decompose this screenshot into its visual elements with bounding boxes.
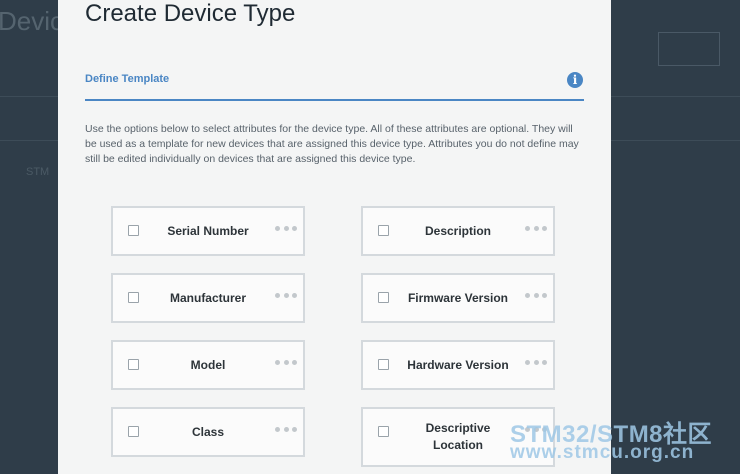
attribute-label: Manufacturer <box>169 290 246 305</box>
attribute-label: Hardware Version <box>407 357 509 372</box>
attribute-checkbox[interactable] <box>378 292 389 303</box>
background-row-label: STM <box>26 166 50 178</box>
more-options-icon[interactable] <box>275 223 297 233</box>
attribute-label: Firmware Version <box>407 290 509 305</box>
create-device-type-modal: Create Device Type Define Template i Use… <box>58 0 611 474</box>
intro-text: Use the options below to select attribut… <box>85 123 579 165</box>
attribute-checkbox[interactable] <box>128 359 139 370</box>
attribute-card-manufacturer[interactable]: Manufacturer <box>111 273 305 323</box>
attribute-label: Model <box>190 357 226 372</box>
attribute-checkbox[interactable] <box>128 225 139 236</box>
section-label-define-template: Define Template <box>85 73 170 85</box>
attribute-label: Class <box>191 424 225 439</box>
attribute-label: Description <box>424 223 491 238</box>
background-divider <box>611 96 740 97</box>
more-options-icon[interactable] <box>525 290 547 300</box>
watermark-url: www.stmcu.org.cn <box>510 442 695 463</box>
more-options-icon[interactable] <box>275 357 297 367</box>
background-page-title: Devic <box>0 6 64 36</box>
more-options-icon[interactable] <box>525 223 547 233</box>
attribute-label: Descriptive Location <box>425 421 491 452</box>
attribute-label: Serial Number <box>167 223 249 238</box>
attribute-card-class[interactable]: Class <box>111 407 305 457</box>
modal-title: Create Device Type <box>85 0 296 27</box>
attribute-card-serial-number[interactable]: Serial Number <box>111 206 305 256</box>
more-options-icon[interactable] <box>275 424 297 434</box>
attribute-checkbox[interactable] <box>128 426 139 437</box>
attribute-card-hardware-version[interactable]: Hardware Version <box>361 340 555 390</box>
more-options-icon[interactable] <box>525 357 547 367</box>
attribute-checkbox[interactable] <box>378 225 389 236</box>
background-divider <box>0 96 58 97</box>
info-icon[interactable]: i <box>567 72 583 88</box>
background-add-button <box>658 32 720 66</box>
attribute-card-model[interactable]: Model <box>111 340 305 390</box>
attribute-checkbox[interactable] <box>378 359 389 370</box>
attribute-checkbox[interactable] <box>378 426 389 437</box>
attribute-checkbox[interactable] <box>128 292 139 303</box>
attribute-card-firmware-version[interactable]: Firmware Version <box>361 273 555 323</box>
section-divider <box>85 99 584 101</box>
attribute-card-description[interactable]: Description <box>361 206 555 256</box>
more-options-icon[interactable] <box>275 290 297 300</box>
